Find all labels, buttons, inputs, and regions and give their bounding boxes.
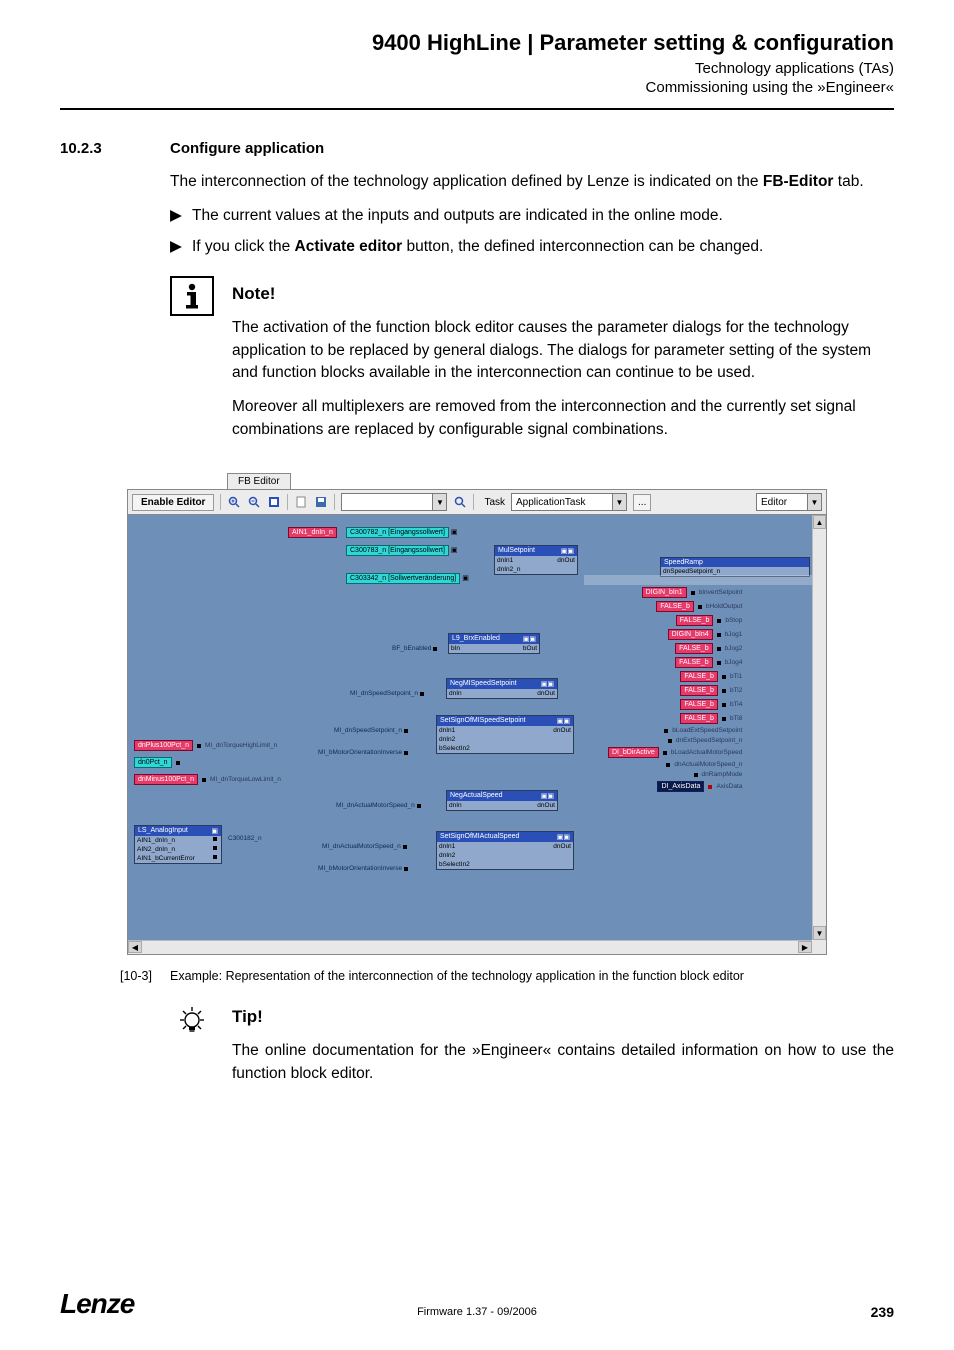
- horizontal-scrollbar[interactable]: ◀ ▶: [128, 940, 812, 954]
- more-button[interactable]: ...: [633, 494, 651, 511]
- tag-digin1[interactable]: DIGIN_bIn1: [642, 587, 687, 598]
- param-b[interactable]: C300783_n [Eingangssollwert]: [346, 545, 449, 556]
- editor-value[interactable]: [757, 494, 807, 510]
- pin-motor-orient: MI_bMotorOrientationInverse: [318, 749, 402, 756]
- bullet-arrow-icon: ▶: [170, 205, 192, 227]
- tag-false[interactable]: FALSE_b: [680, 699, 718, 710]
- fb-negspeed[interactable]: NegMISpeedSetpoint▣▣ dnIndnOut: [446, 678, 558, 699]
- selection-band: [584, 575, 814, 585]
- tag-false[interactable]: FALSE_b: [675, 643, 713, 654]
- tag-axisdata[interactable]: DI_AxisData: [657, 781, 704, 792]
- tag-false[interactable]: FALSE_b: [676, 615, 714, 626]
- info-icon: [170, 276, 214, 316]
- header-sub2: Commissioning using the »Engineer«: [60, 79, 894, 96]
- task-value[interactable]: [512, 494, 612, 510]
- intro-paragraph: The interconnection of the technology ap…: [170, 171, 894, 193]
- scroll-right-icon[interactable]: ▶: [798, 941, 812, 953]
- port-p100[interactable]: dnPlus100Pct_n: [134, 740, 193, 751]
- bullet-2: ▶ If you click the Activate editor butto…: [170, 236, 894, 258]
- pin-actual-speed: MI_dnActualMotorSpeed_n: [336, 802, 415, 809]
- bullet-1-text: The current values at the inputs and out…: [192, 205, 894, 227]
- fb-speedramp[interactable]: SpeedRamp dnSpeedSetpoint_n: [660, 557, 810, 577]
- search-combo[interactable]: ▼: [341, 493, 447, 511]
- port-ain1[interactable]: AIN1_dnIn_n: [288, 527, 337, 538]
- fb-setsign-speed[interactable]: SetSignOfMISpeedSetpoint▣▣ dnIn1dnOut dn…: [436, 715, 574, 754]
- caption-number: [10-3]: [120, 969, 170, 983]
- fb-mulsetpoint[interactable]: MulSetpoint▣▣ dnIn1dnOut dnIn2_n: [494, 545, 578, 575]
- pin-c300182: C300182_n: [228, 835, 262, 842]
- bullet-1: ▶ The current values at the inputs and o…: [170, 205, 894, 227]
- fb-editor-screenshot: FB Editor Enable Editor ▼ Task ▼ ...: [127, 473, 827, 955]
- fb-setsign-actual[interactable]: SetSignOfMIActualSpeed▣▣ dnIn1dnOut dnIn…: [436, 831, 574, 870]
- port-m100[interactable]: dnMinus100Pct_n: [134, 774, 198, 785]
- section-title: Configure application: [170, 140, 324, 157]
- zoom-in-icon[interactable]: [227, 495, 241, 509]
- enable-editor-button[interactable]: Enable Editor: [132, 494, 214, 511]
- note-label: Note!: [232, 282, 894, 307]
- note-p1: The activation of the function block edi…: [232, 317, 894, 384]
- fb-canvas[interactable]: AIN1_dnIn_n C300782_n [Eingangssollwert]…: [128, 515, 812, 940]
- vertical-scrollbar[interactable]: ▲ ▼: [812, 515, 826, 940]
- scroll-up-icon[interactable]: ▲: [813, 515, 826, 529]
- param-a[interactable]: C300782_n [Eingangssollwert]: [346, 527, 449, 538]
- note-p2: Moreover all multiplexers are removed fr…: [232, 396, 894, 441]
- tag-diactive[interactable]: DI_bDirActive: [608, 747, 659, 758]
- tag-false[interactable]: FALSE_b: [680, 671, 718, 682]
- tag-digin4[interactable]: DIGIN_bIn4: [668, 629, 713, 640]
- intro-p1c: tab.: [833, 173, 863, 190]
- section-number: 10.2.3: [60, 140, 170, 157]
- fb-negactual[interactable]: NegActualSpeed▣▣ dnIndnOut: [446, 790, 558, 811]
- new-page-icon[interactable]: [294, 495, 308, 509]
- header-rule: [60, 108, 894, 110]
- bullet-2-text: If you click the Activate editor button,…: [192, 236, 894, 258]
- caption-text: Example: Representation of the interconn…: [170, 969, 894, 983]
- page-number: 239: [871, 1304, 894, 1320]
- port-zero[interactable]: dn0Pct_n: [134, 757, 172, 768]
- pin-speed-setpoint: MI_dnSpeedSetpoint_n: [350, 690, 418, 697]
- fb-editor-tab[interactable]: FB Editor: [227, 473, 291, 489]
- fb-analoginput[interactable]: LS_AnalogInput▣ AIN1_dnIn_n AIN2_dnIn_n …: [134, 825, 222, 864]
- zoom-out-icon[interactable]: [247, 495, 261, 509]
- intro-p1b: FB-Editor: [763, 173, 834, 190]
- save-icon[interactable]: [314, 495, 328, 509]
- dropdown-icon[interactable]: ▼: [807, 494, 821, 510]
- task-label: Task: [484, 497, 505, 508]
- footer-center: Firmware 1.37 - 09/2006: [60, 1306, 894, 1318]
- param-c[interactable]: C303342_n [Sollwertveränderung]: [346, 573, 460, 584]
- scroll-left-icon[interactable]: ◀: [128, 941, 142, 953]
- fb-brenabled[interactable]: L9_BrxEnabled▣▣ bInbOut: [448, 633, 540, 654]
- dropdown-icon[interactable]: ▼: [612, 494, 626, 510]
- editor-combo[interactable]: ▼: [756, 493, 822, 511]
- tag-false[interactable]: FALSE_b: [675, 657, 713, 668]
- search-input[interactable]: [342, 494, 432, 510]
- tip-text: The online documentation for the »Engine…: [232, 1040, 894, 1085]
- tag-false[interactable]: FALSE_b: [656, 601, 694, 612]
- tip-label: Tip!: [232, 1005, 894, 1030]
- zoom-fit-icon[interactable]: [267, 495, 281, 509]
- pin-speed-setpoint2: MI_dnSpeedSetpoint_n: [334, 727, 402, 734]
- tag-false[interactable]: FALSE_b: [680, 685, 718, 696]
- intro-p1a: The interconnection of the technology ap…: [170, 173, 763, 190]
- search-icon[interactable]: [453, 495, 467, 509]
- fb-editor-toolbar: Enable Editor ▼ Task ▼ ...: [127, 489, 827, 515]
- pin-bf-enabled: BF_bEnabled: [392, 645, 431, 652]
- header-sub1: Technology applications (TAs): [60, 60, 894, 77]
- pin-actual-speed2: MI_dnActualMotorSpeed_n: [322, 843, 401, 850]
- pin-motor-orient2: MI_bMotorOrientationInverse: [318, 865, 402, 872]
- tag-false[interactable]: FALSE_b: [680, 713, 718, 724]
- task-combo[interactable]: ▼: [511, 493, 627, 511]
- header-title: 9400 HighLine | Parameter setting & conf…: [60, 30, 894, 56]
- tip-lightbulb-icon: [170, 1005, 214, 1085]
- scroll-down-icon[interactable]: ▼: [813, 926, 826, 940]
- dropdown-icon[interactable]: ▼: [432, 494, 446, 510]
- bullet-arrow-icon: ▶: [170, 236, 192, 258]
- brand-logo: Lenze: [60, 1288, 134, 1320]
